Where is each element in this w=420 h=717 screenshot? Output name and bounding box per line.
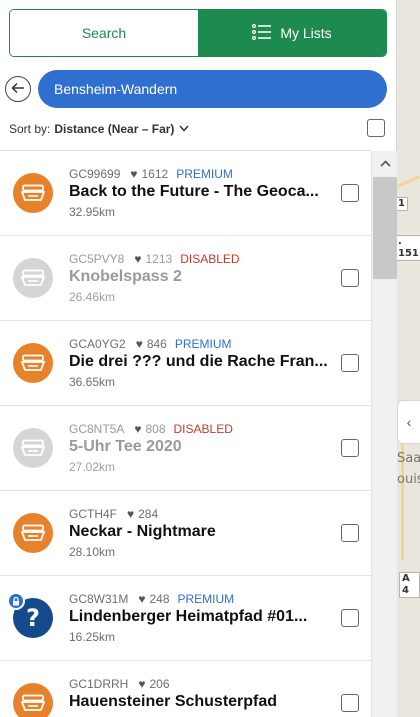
cache-meta: GC8NT5A ♥ 808 DISABLED — [69, 422, 233, 436]
cache-title[interactable]: Die drei ??? und die Rache Fran... — [69, 353, 331, 371]
cache-list-item[interactable]: GC1DRRH ♥ 206 Hauensteiner Schusterpfad — [0, 661, 371, 717]
traditional-cache-icon — [13, 343, 53, 383]
list-icon — [252, 23, 272, 43]
traditional-cache-icon — [13, 683, 53, 717]
heart-icon: ♥ — [138, 592, 146, 606]
scroll-thumb[interactable] — [373, 177, 397, 279]
cache-checkbox[interactable] — [341, 354, 359, 372]
chevron-down-icon[interactable] — [179, 123, 189, 135]
cache-title[interactable]: Neckar - Nightmare — [69, 523, 331, 541]
cache-list-item[interactable]: GCA0YG2 ♥ 846 PREMIUM Die drei ??? und die R… — [0, 321, 371, 406]
favorite-count: 206 — [149, 677, 170, 691]
sort-label: Sort by: — [9, 122, 51, 136]
traditional-cache-icon — [13, 258, 53, 298]
tab-search-label: Search — [81, 25, 127, 41]
cache-distance: 27.02km — [69, 460, 116, 474]
cache-list-item[interactable]: GC5PVY8 ♥ 1213 DISABLED Knobelspass 2 26.46km — [0, 236, 371, 321]
cache-checkbox[interactable] — [341, 524, 359, 542]
cache-meta: GCTH4F ♥ 284 — [69, 507, 166, 521]
favorite-count: 1612 — [141, 167, 169, 181]
cache-list: GC99699 ♥ 1612 PREMIUM Back to the Future - … — [0, 151, 371, 717]
traditional-cache-icon — [13, 173, 53, 213]
cache-list-item[interactable]: GCTH4F ♥ 284 Neckar - Nightmare 28.10km — [0, 491, 371, 576]
cache-list-item[interactable]: ? GC8W31M ♥ 248 PREMIUM Lindenberger Heimatpf… — [0, 576, 371, 661]
cache-code: GCTH4F — [69, 507, 117, 521]
cache-checkbox[interactable] — [341, 694, 359, 712]
premium-badge-icon — [7, 592, 25, 610]
status-badge: PREMIUM — [177, 592, 235, 606]
chevron-left-icon: ‹ — [406, 414, 412, 430]
cache-code: GCA0YG2 — [69, 337, 126, 351]
cache-list-item[interactable]: GC99699 ♥ 1612 PREMIUM Back to the Future - … — [0, 151, 371, 236]
map-view[interactable]: 1 . 151 Saa ouis A 4 — [397, 0, 420, 717]
cache-meta: GCA0YG2 ♥ 846 PREMIUM — [69, 337, 232, 351]
cache-distance: 16.25km — [69, 630, 116, 644]
cache-distance: 32.95km — [69, 205, 116, 219]
heart-icon: ♥ — [130, 167, 138, 181]
heart-icon: ♥ — [127, 507, 135, 521]
back-button[interactable] — [5, 76, 31, 102]
heart-icon: ♥ — [134, 252, 142, 266]
favorite-count: 248 — [149, 592, 170, 606]
cache-meta: GC99699 ♥ 1612 PREMIUM — [69, 167, 233, 181]
tab-my-lists-label: My Lists — [280, 25, 332, 41]
list-header: Bensheim-Wandern — [5, 70, 387, 108]
cache-code: GC5PVY8 — [69, 252, 125, 266]
list-name-pill[interactable]: Bensheim-Wandern — [38, 70, 387, 108]
status-badge: PREMIUM — [174, 337, 232, 351]
status-badge: PREMIUM — [176, 167, 233, 181]
map-road-label: . 151 — [397, 235, 420, 261]
heart-icon: ♥ — [138, 677, 146, 691]
cache-distance: 26.46km — [69, 290, 116, 304]
status-badge: DISABLED — [173, 422, 233, 436]
select-all-checkbox[interactable] — [367, 119, 385, 137]
list-name: Bensheim-Wandern — [54, 81, 178, 97]
favorite-count: 846 — [146, 337, 167, 351]
traditional-cache-icon — [13, 513, 53, 553]
cache-distance: 36.65km — [69, 375, 116, 389]
cache-checkbox[interactable] — [341, 609, 359, 627]
cache-title[interactable]: 5-Uhr Tee 2020 — [69, 438, 331, 456]
map-town-label: ouis — [397, 472, 420, 487]
map-road-label: 1 — [397, 197, 408, 211]
collapse-panel-button[interactable]: ‹ — [397, 400, 420, 444]
scrollbar[interactable] — [371, 151, 397, 717]
map-road-label: A 4 — [399, 572, 420, 598]
map-town-label: Saa — [397, 451, 420, 466]
arrow-left-icon — [11, 81, 25, 98]
sort-bar: Sort by: Distance (Near – Far) — [9, 118, 387, 140]
cache-checkbox[interactable] — [341, 184, 359, 202]
mystery-cache-icon: ? — [7, 592, 53, 638]
favorite-count: 284 — [138, 507, 159, 521]
cache-title[interactable]: Knobelspass 2 — [69, 268, 331, 286]
sort-dropdown[interactable]: Distance (Near – Far) — [54, 122, 174, 136]
cache-checkbox[interactable] — [341, 269, 359, 287]
cache-meta: GC5PVY8 ♥ 1213 DISABLED — [69, 252, 240, 266]
scroll-up-button[interactable] — [372, 151, 398, 175]
traditional-cache-icon — [13, 428, 53, 468]
cache-title[interactable]: Back to the Future - The Geoca... — [69, 183, 331, 201]
cache-checkbox[interactable] — [341, 439, 359, 457]
favorite-count: 808 — [145, 422, 166, 436]
cache-code: GC8W31M — [69, 592, 129, 606]
tab-my-lists[interactable]: My Lists — [198, 10, 386, 56]
cache-distance: 28.10km — [69, 545, 116, 559]
cache-meta: GC1DRRH ♥ 206 — [69, 677, 178, 691]
cache-code: GC99699 — [69, 167, 121, 181]
heart-icon: ♥ — [134, 422, 142, 436]
side-panel: Search My Lists Bensheim-Wandern Sort by… — [0, 0, 397, 717]
tab-bar: Search My Lists — [9, 9, 387, 57]
map-road-line — [397, 175, 420, 188]
cache-meta: GC8W31M ♥ 248 PREMIUM — [69, 592, 234, 606]
heart-icon: ♥ — [135, 337, 143, 351]
cache-title[interactable]: Hauensteiner Schusterpfad — [69, 693, 331, 711]
status-badge: DISABLED — [180, 252, 240, 266]
cache-title[interactable]: Lindenberger Heimatpfad #01... — [69, 608, 331, 626]
tab-search[interactable]: Search — [10, 10, 198, 56]
cache-code: GC8NT5A — [69, 422, 125, 436]
favorite-count: 1213 — [145, 252, 173, 266]
cache-list-item[interactable]: GC8NT5A ♥ 808 DISABLED 5-Uhr Tee 2020 27.02km — [0, 406, 371, 491]
cache-code: GC1DRRH — [69, 677, 129, 691]
